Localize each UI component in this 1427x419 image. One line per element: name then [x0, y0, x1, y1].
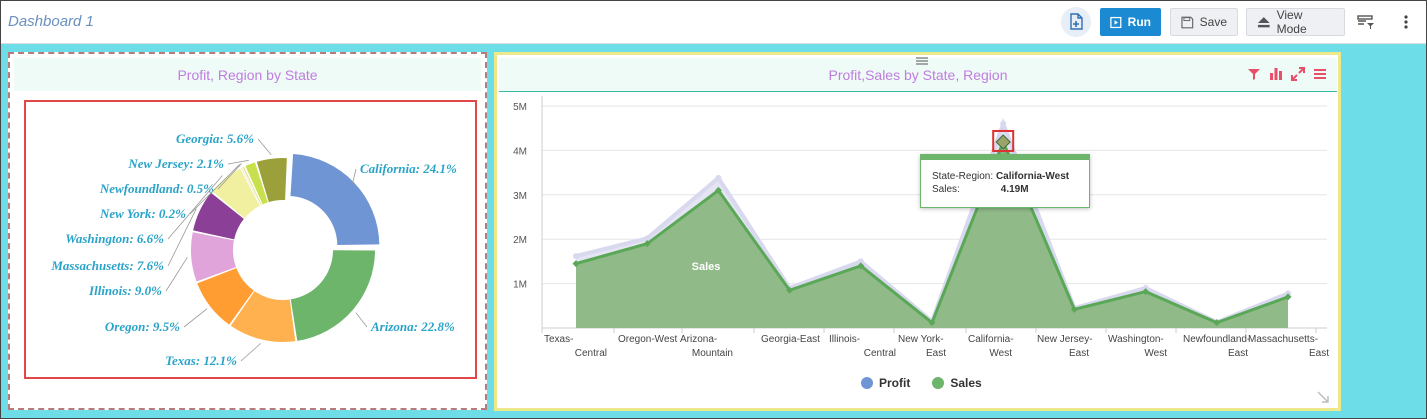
add-file-button[interactable]: [1061, 7, 1091, 37]
donut-widget-title: Profit, Region by State: [177, 67, 318, 83]
area-chart-widget[interactable]: Profit,Sales by State, Region 5M 4M 3M 2M 1M…: [494, 52, 1341, 411]
tooltip-key-state: State-Region:: [932, 171, 994, 182]
donut-label-georgia: Georgia: 5.6%: [176, 131, 254, 146]
x-tick-label: New York-: [898, 334, 944, 345]
donut-label-newfoundland: Newfoundland: 0.5%: [99, 181, 214, 196]
x-tick-label: East: [1228, 348, 1248, 359]
x-tick-label: Georgia-East: [761, 334, 820, 345]
x-tick-label: Washington-: [1108, 334, 1164, 345]
donut-label-new-jersey: New Jersey: 2.1%: [127, 156, 224, 171]
x-tick-label: East: [1069, 348, 1089, 359]
donut-label-illinois: Illinois: 9.0%: [88, 283, 162, 298]
x-tick-label: Texas-: [544, 334, 573, 345]
donut-label-arizona: Arizona: 22.8%: [370, 319, 455, 334]
chart-legend: Profit Sales: [861, 376, 982, 390]
legend-item-sales[interactable]: Sales: [932, 376, 982, 390]
more-options-button[interactable]: [1399, 8, 1413, 36]
profit-point[interactable]: [1000, 120, 1007, 127]
x-tick-label: Newfoundland-: [1183, 334, 1250, 345]
donut-label-california: California: 24.1%: [360, 161, 457, 176]
x-tick-label: New Jersey-: [1037, 334, 1093, 345]
chart-type-icon[interactable]: [1269, 67, 1283, 81]
legend-dot-profit: [861, 377, 873, 389]
menu-icon[interactable]: [1313, 67, 1327, 81]
y-tick-label: 5M: [513, 102, 527, 113]
x-tick-label: West: [989, 348, 1012, 359]
view-mode-button[interactable]: View Mode: [1246, 8, 1345, 36]
donut-label-texas: Texas: 12.1%: [165, 353, 237, 368]
leader-line-arizona: [355, 312, 368, 328]
tooltip-row-state: State-Region: California-West: [932, 171, 1069, 182]
tooltip-value-state: California-West: [995, 171, 1070, 182]
profit-point[interactable]: [715, 174, 722, 181]
run-button[interactable]: Run: [1100, 8, 1161, 36]
donut-widget-header: Profit, Region by State: [14, 58, 481, 91]
legend-item-profit[interactable]: Profit: [861, 376, 910, 390]
area-chart: 5M4M3M2M1MSalesTexas-CentralOregon-West A…: [513, 96, 1329, 359]
leader-line-california: [352, 168, 357, 184]
save-button[interactable]: Save: [1170, 8, 1238, 36]
x-tick-label: Massachusetts-: [1248, 334, 1318, 345]
y-tick-label: 3M: [513, 191, 527, 202]
drag-handle-icon[interactable]: [916, 57, 928, 65]
x-tick-label: California-: [968, 334, 1014, 345]
donut-label-new-york: New York: 0.2%: [99, 206, 186, 221]
x-tick-label: Arizona-: [680, 334, 717, 345]
tooltip-value-sales: 4.19M: [1000, 184, 1029, 195]
x-tick-label: Illinois-: [829, 334, 860, 345]
x-tick-label: East: [926, 348, 946, 359]
leader-line-illinois: [165, 257, 188, 292]
play-icon: [1110, 16, 1122, 28]
y-tick-label: 4M: [513, 146, 527, 157]
resize-handle-icon[interactable]: [1316, 390, 1330, 404]
donut-chart-area: Georgia: 5.6% New Jersey: 2.1% Newfoundlan…: [24, 100, 477, 379]
donut-label-oregon: Oregon: 9.5%: [105, 319, 180, 334]
run-label: Run: [1127, 15, 1151, 29]
filter-icon[interactable]: [1247, 67, 1261, 81]
add-file-icon: [1070, 13, 1083, 30]
x-tick-label: Central: [864, 348, 896, 359]
view-mode-label: View Mode: [1276, 8, 1307, 36]
eject-icon: [1257, 17, 1270, 28]
legend-dot-sales: [932, 377, 945, 389]
kebab-menu-icon: [1404, 15, 1408, 29]
donut-label-massachusetts: Massachusetts: 7.6%: [50, 258, 164, 273]
save-label: Save: [1199, 15, 1227, 29]
filter-panel-button[interactable]: [1354, 8, 1378, 36]
x-tick-label: West: [1144, 348, 1167, 359]
leader-line-oregon: [183, 308, 208, 328]
donut-label-washington: Washington: 6.6%: [65, 231, 164, 246]
donut-widget[interactable]: Profit, Region by State Georgia: 5.6% New…: [8, 52, 487, 410]
tooltip-row-sales: Sales: 4.19M: [932, 184, 1029, 195]
leader-line-texas: [240, 343, 261, 362]
y-tick-label: 2M: [513, 235, 527, 246]
legend-label-profit: Profit: [879, 376, 911, 390]
x-tick-label: East: [1309, 348, 1329, 359]
x-tick-label: Oregon-West: [618, 334, 678, 345]
leader-line-new-jersey: [227, 159, 249, 165]
y-tick-label: 1M: [513, 280, 527, 291]
chart-tooltip: State-Region: California-West Sales: 4.1…: [920, 154, 1090, 208]
leader-line-georgia: [257, 138, 272, 155]
top-toolbar: Dashboard 1 Run Save View Mode: [1, 1, 1426, 44]
dashboard-title[interactable]: Dashboard 1: [8, 13, 94, 30]
series-label-sales: Sales: [692, 261, 721, 273]
area-widget-title: Profit,Sales by State, Region: [828, 67, 1008, 83]
widget-tools: [1247, 67, 1327, 81]
profit-point[interactable]: [573, 253, 579, 260]
tooltip-key-sales: Sales:: [932, 184, 960, 195]
expand-icon[interactable]: [1291, 67, 1305, 81]
filter-panel-icon: [1357, 15, 1374, 29]
x-tick-label: Mountain: [692, 348, 733, 359]
save-icon: [1181, 16, 1194, 28]
legend-label-sales: Sales: [950, 376, 982, 390]
donut-chart: Georgia: 5.6% New Jersey: 2.1% Newfoundlan…: [50, 131, 457, 368]
x-tick-label: Central: [575, 348, 607, 359]
donut-slice-arizona[interactable]: [290, 250, 375, 341]
